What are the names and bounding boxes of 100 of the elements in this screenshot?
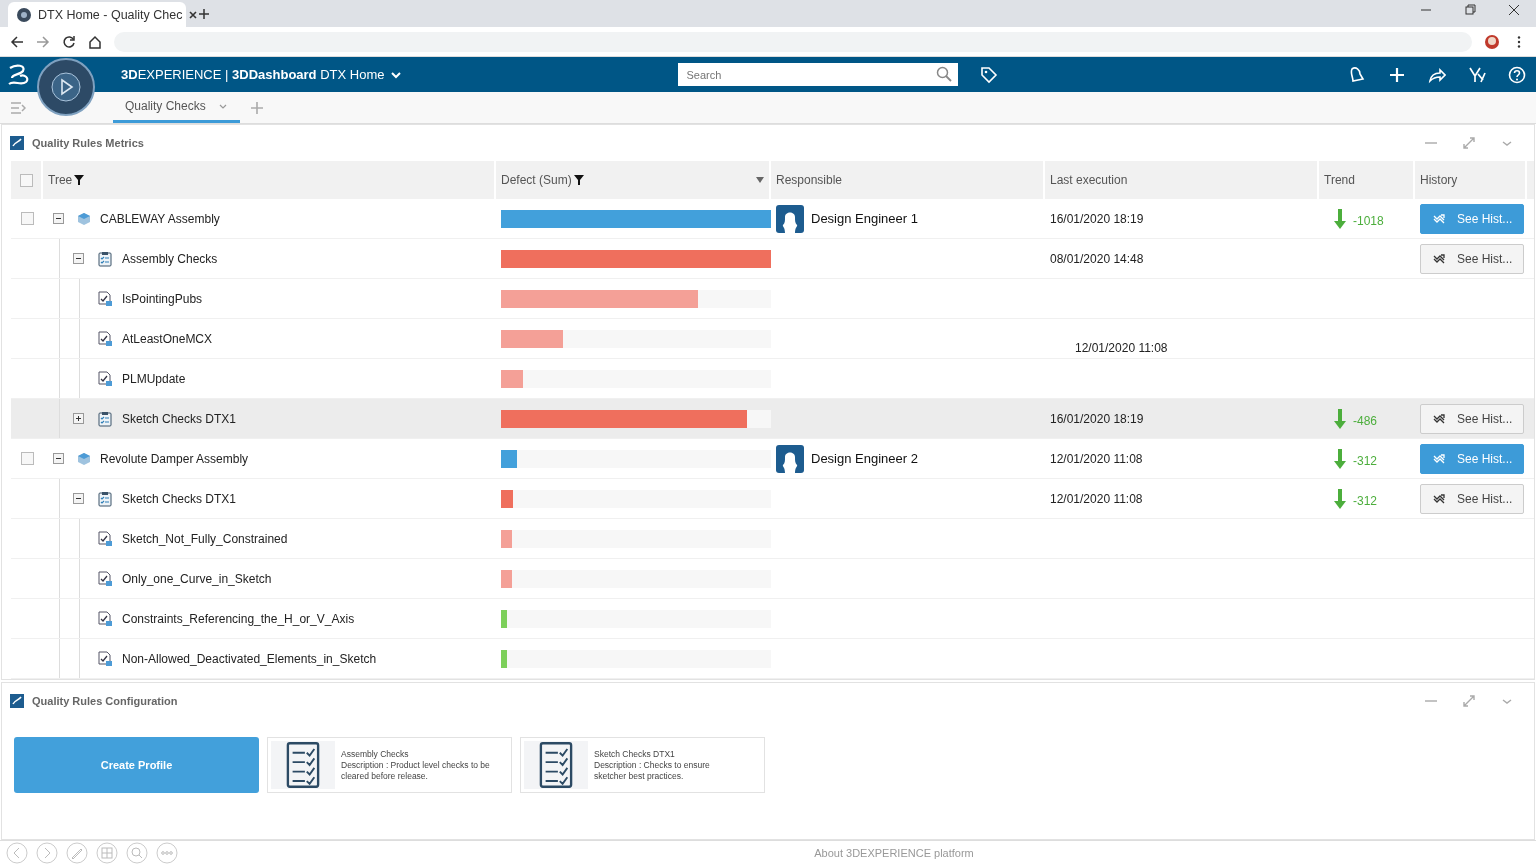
execution-date: 16/01/2020 18:19 [1050,411,1144,426]
trend-value: -312 [1353,494,1378,508]
widget-icon [10,136,24,150]
see-history-button[interactable]: See Hist... [1420,243,1524,274]
execution-date: 12/01/2020 11:08 [1050,491,1143,506]
reload-icon[interactable] [62,34,76,49]
add-icon[interactable] [1388,65,1406,84]
history-icon [1433,492,1445,505]
tree-item-label[interactable]: Sketch_Not_Fully_Constrained [122,531,288,546]
column-header[interactable]: Trend [1324,173,1355,187]
tree-item-label[interactable]: Only_one_Curve_in_Sketch [122,571,272,586]
rule-document-icon [97,290,113,307]
avatar-icon[interactable] [1484,33,1500,50]
tab-title: DTX Home - Quality Chec [38,7,183,22]
tree-item-label[interactable]: Sketch Checks DTX1 [122,411,237,426]
row-checkbox[interactable] [20,452,34,465]
filter-icon[interactable] [573,175,584,185]
history-icon [1433,412,1445,425]
collapse-toggle[interactable] [53,453,64,464]
table-row[interactable]: Sketch Checks DTX1 16/01/2020 18:19 -486 See Hist... [11,399,1534,439]
checklist-icon [539,741,573,789]
responsible-name: Design Engineer 1 [811,211,918,226]
checklist-icon [97,250,113,267]
table-row[interactable]: Sketch_Not_Fully_Constrained [11,519,1534,559]
expand-toggle[interactable] [73,413,84,424]
avatar-icon [776,204,804,233]
collapse-toggle[interactable] [73,253,84,264]
column-header[interactable]: History [1420,173,1458,187]
profile-card[interactable]: Assembly Checks Description : Product level checks to be cleared before release. [267,737,512,793]
table-row[interactable]: AtLeastOneMCX 12/01/2020 11:08 [11,319,1534,359]
avatar-icon [776,444,804,473]
widget-icon [10,694,24,708]
arrow-down-icon [1333,488,1347,509]
bell-icon[interactable] [1348,65,1366,84]
history-icon [1433,452,1445,465]
execution-date: 12/01/2020 11:08 [1050,451,1143,466]
column-header[interactable]: Tree [48,173,73,187]
tree-item-label[interactable]: AtLeastOneMCX [122,331,213,346]
checklist-icon [97,490,113,507]
profile-card[interactable]: Sketch Checks DTX1 Description : Checks to ensure sketcher best practices. [520,737,765,793]
tag-icon[interactable] [980,65,999,84]
table-row[interactable]: Revolute Damper Assembly Design Engineer 2 12/01/2020 11:08 -312 See Hist... [11,439,1534,479]
forward-icon[interactable] [36,34,50,49]
cube-icon [77,211,91,226]
search-icon[interactable] [936,66,953,82]
trend-value: -1018 [1353,214,1384,228]
rule-document-icon [97,650,113,667]
table-row[interactable]: Non-Allowed_Deactivated_Elements_in_Sketch [11,639,1534,679]
tree-item-label[interactable]: Constraints_Referencing_the_H_or_V_Axis [122,611,355,626]
rule-document-icon [97,330,113,347]
globe-icon [16,6,32,23]
tree-item-label[interactable]: Assembly Checks [122,251,218,266]
app-title[interactable]: 3DEXPERIENCE | 3DDashboard DTX Home [121,67,385,82]
row-checkbox[interactable] [20,212,34,225]
tree-item-label[interactable]: Revolute Damper Assembly [100,451,249,466]
search-field[interactable]: Search [678,63,959,86]
arrow-down-icon [1333,408,1347,429]
execution-date: 16/01/2020 18:19 [1050,211,1144,226]
see-history-button[interactable]: See Hist... [1420,483,1524,514]
arrow-down-icon [1333,208,1347,229]
collapse-toggle[interactable] [53,213,64,224]
table-row[interactable]: IsPointingPubs [11,279,1534,319]
table-row[interactable]: CABLEWAY Assembly Design Engineer 1 16/01/2020 18:19 -1018 See Hist... [11,199,1534,239]
close-icon[interactable] [1508,3,1520,16]
sort-icon[interactable] [756,176,764,184]
new-tab-icon[interactable] [198,8,210,20]
column-header[interactable]: Last execution [1050,173,1128,187]
dashboard-tab[interactable]: Quality Checks [113,92,240,123]
home-icon[interactable] [88,34,102,49]
tree-item-label[interactable]: Non-Allowed_Deactivated_Elements_in_Sketch [122,651,377,666]
share-icon[interactable] [1428,65,1446,84]
tree-item-label[interactable]: IsPointingPubs [122,291,203,306]
tree-item-label[interactable]: CABLEWAY Assembly [100,211,220,226]
execution-date: 08/01/2020 14:48 [1050,251,1144,266]
column-header[interactable]: Defect (Sum) [501,173,572,187]
tree-item-label[interactable]: Sketch Checks DTX1 [122,491,237,506]
tree-item-label[interactable]: PLMUpdate [122,371,186,386]
profile-name: Sketch Checks DTX1 [594,748,676,760]
table-row[interactable]: Only_one_Curve_in_Sketch [11,559,1534,599]
rule-document-icon [97,530,113,547]
close-icon[interactable] [188,9,199,20]
checklist-icon [97,410,113,427]
restore-icon[interactable] [1464,3,1476,16]
table-row[interactable]: Assembly Checks 08/01/2020 14:48 See Hist... [11,239,1534,279]
profile-name: Assembly Checks [341,748,410,760]
help-icon[interactable] [1508,65,1526,84]
back-icon[interactable] [10,34,24,49]
cube-icon [77,451,91,466]
trend-value: -486 [1353,414,1378,428]
rule-document-icon [97,570,113,587]
see-history-button[interactable]: See Hist... [1420,403,1524,434]
column-header[interactable]: Responsible [776,173,843,187]
rule-document-icon [97,370,113,387]
panel-title: Quality Rules Metrics [32,137,144,149]
table-row[interactable]: Sketch Checks DTX1 12/01/2020 11:08 -312 See Hist... [11,479,1534,519]
table-row[interactable]: Constraints_Referencing_the_H_or_V_Axis [11,599,1534,639]
filter-icon[interactable] [74,175,85,185]
select-all-checkbox[interactable] [19,173,33,187]
panel-title: Quality Rules Configuration [32,695,178,707]
collapse-toggle[interactable] [73,493,84,504]
